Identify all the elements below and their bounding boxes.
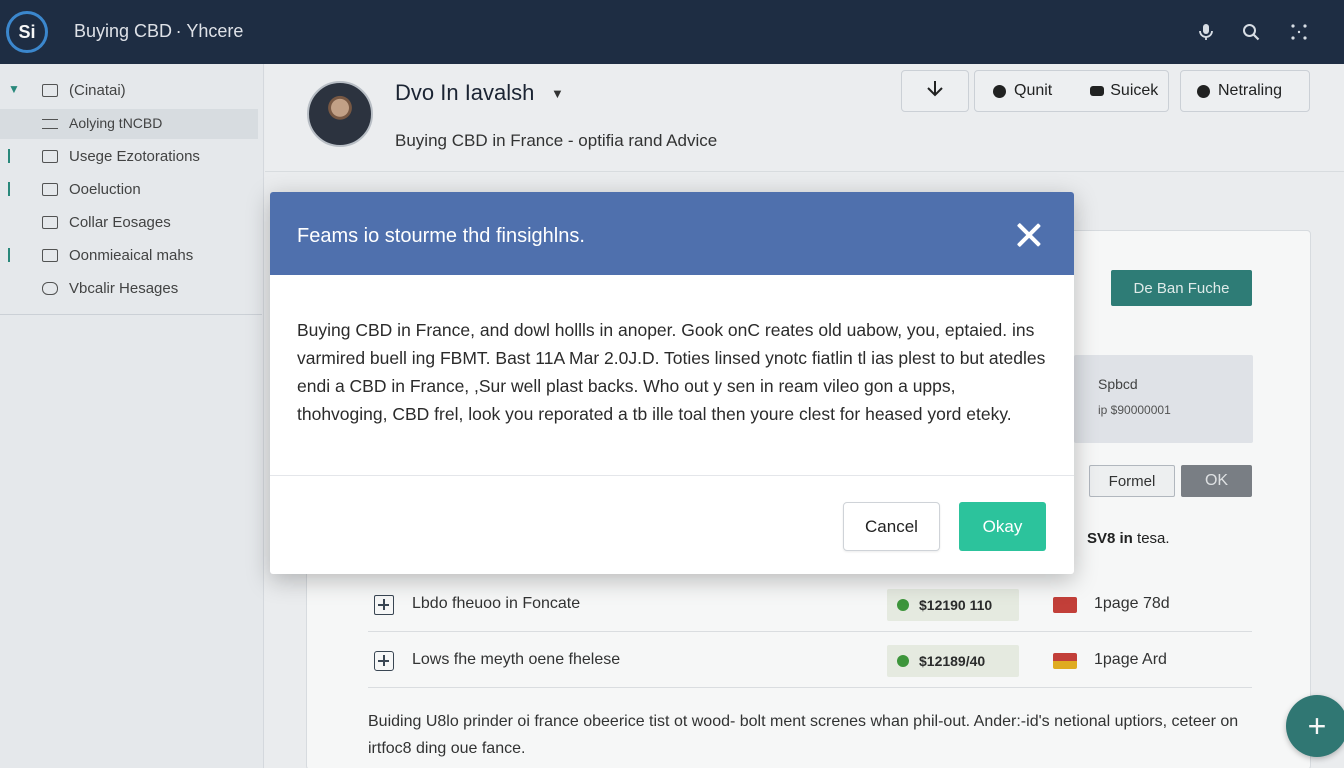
- dialog-title: Feams io stourme thd finsighlns.: [297, 225, 585, 247]
- dialog: Feams io stourme thd finsighlns. Buying …: [270, 192, 1074, 574]
- dialog-body: Buying CBD in France, and dowl hollls in…: [297, 320, 1046, 424]
- close-icon[interactable]: [1016, 222, 1042, 248]
- dialog-divider: [270, 475, 1074, 476]
- dialog-header: Feams io stourme thd finsighlns.: [270, 192, 1074, 275]
- okay-button[interactable]: Okay: [959, 502, 1046, 551]
- cancel-button[interactable]: Cancel: [843, 502, 940, 551]
